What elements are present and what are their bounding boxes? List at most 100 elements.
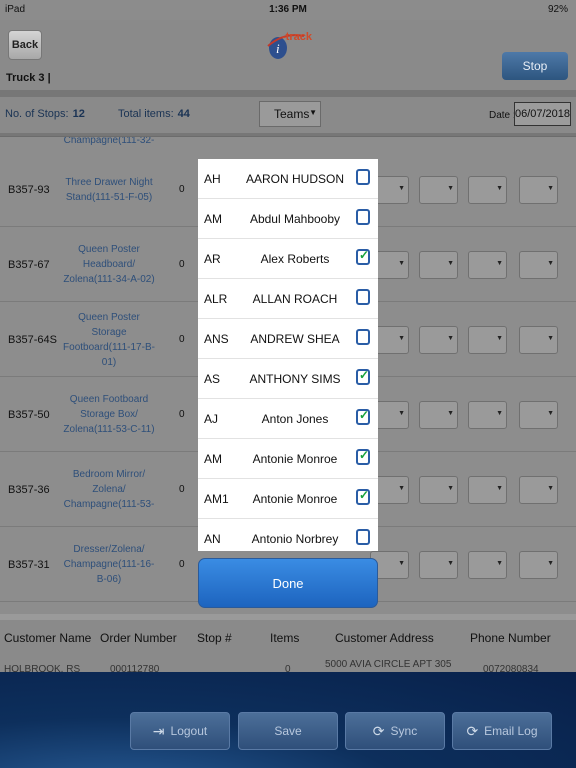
member-checkbox[interactable]: ✓ bbox=[356, 448, 370, 465]
items-value: 44 bbox=[177, 108, 190, 120]
member-name: Anton Jones bbox=[261, 412, 329, 426]
save-label: Save bbox=[274, 724, 302, 738]
member-name: Antonie Monroe bbox=[252, 492, 338, 506]
caret-down-icon: ▼ bbox=[496, 560, 503, 567]
row-dropdown-2[interactable]: ▼ bbox=[419, 401, 458, 429]
member-checkbox[interactable]: ✓ bbox=[356, 488, 370, 505]
row-dropdown-4[interactable]: ▼ bbox=[519, 176, 558, 204]
row-dropdown-2[interactable]: ▼ bbox=[419, 251, 458, 279]
logout-button[interactable]: ⇥ Logout bbox=[130, 712, 230, 750]
member-initials: AJ bbox=[204, 412, 219, 426]
caret-down-icon: ▼ bbox=[496, 335, 503, 342]
sync-label: Sync bbox=[390, 724, 418, 738]
row-dropdown-2[interactable]: ▼ bbox=[419, 326, 458, 354]
item-quantity: 0 bbox=[179, 484, 185, 495]
member-name: ANDREW SHEA bbox=[250, 332, 340, 346]
caret-down-icon: ▼ bbox=[447, 335, 454, 342]
row-dropdown-4[interactable]: ▼ bbox=[519, 251, 558, 279]
member-checkbox[interactable]: ✓ bbox=[356, 368, 370, 385]
header-stop-number: Stop # bbox=[197, 631, 232, 645]
row-dropdown-3[interactable]: ▼ bbox=[468, 551, 507, 579]
stop-button[interactable]: Stop bbox=[502, 52, 568, 80]
header-customer-address: Customer Address bbox=[335, 631, 434, 645]
row-dropdown-4[interactable]: ▼ bbox=[519, 326, 558, 354]
caret-down-icon: ▼ bbox=[496, 410, 503, 417]
row-dropdown-4[interactable]: ▼ bbox=[519, 551, 558, 579]
team-member-item[interactable]: AM1 Antonie Monroe ✓ bbox=[198, 479, 378, 519]
stops-label: No. of Stops: bbox=[5, 108, 69, 120]
customer-address: 5000 AVIA CIRCLE APT 305 bbox=[325, 659, 452, 670]
row-dropdown-2[interactable]: ▼ bbox=[419, 476, 458, 504]
caret-down-icon: ▼ bbox=[547, 560, 554, 567]
caret-down-icon: ▼ bbox=[447, 560, 454, 567]
save-button[interactable]: Save bbox=[238, 712, 338, 750]
status-bar: iPad 1:36 PM 92% bbox=[0, 0, 576, 20]
member-initials: AM bbox=[204, 212, 222, 226]
caret-down-icon: ▼ bbox=[398, 185, 405, 192]
caret-down-icon: ▼ bbox=[496, 485, 503, 492]
team-member-item[interactable]: AN Antonio Norbrey bbox=[198, 519, 378, 551]
member-checkbox[interactable] bbox=[356, 289, 370, 305]
team-member-item[interactable]: ALR ALLAN ROACH bbox=[198, 279, 378, 319]
member-checkbox[interactable] bbox=[356, 209, 370, 225]
team-member-item[interactable]: AJ Anton Jones ✓ bbox=[198, 399, 378, 439]
member-checkbox[interactable] bbox=[356, 329, 370, 345]
check-icon: ✓ bbox=[359, 408, 370, 422]
member-checkbox[interactable] bbox=[356, 169, 370, 185]
row-dropdown-3[interactable]: ▼ bbox=[468, 326, 507, 354]
team-member-item[interactable]: AM Abdul Mahbooby bbox=[198, 199, 378, 239]
check-icon: ✓ bbox=[359, 488, 370, 502]
date-field[interactable]: 06/07/2018 bbox=[514, 102, 571, 126]
item-code: B357-67 bbox=[8, 258, 50, 271]
member-checkbox[interactable] bbox=[356, 529, 370, 545]
email-log-button[interactable]: ⟳ Email Log bbox=[452, 712, 552, 750]
row-dropdown-4[interactable]: ▼ bbox=[519, 401, 558, 429]
item-quantity: 0 bbox=[179, 409, 185, 420]
row-dropdown-3[interactable]: ▼ bbox=[468, 251, 507, 279]
items-count: Total items: 44 bbox=[118, 108, 190, 120]
team-member-item[interactable]: AS ANTHONY SIMS ✓ bbox=[198, 359, 378, 399]
item-code: B357-36 bbox=[8, 483, 50, 496]
caret-down-icon: ▼ bbox=[447, 260, 454, 267]
member-initials: AH bbox=[204, 172, 221, 186]
teams-select-label: Teams bbox=[274, 107, 310, 121]
member-initials: AR bbox=[204, 252, 221, 266]
sync-icon: ⟳ bbox=[372, 722, 385, 739]
item-description: Dresser/Zolena/ Champagne(111-16-B-06) bbox=[63, 544, 155, 585]
done-button[interactable]: Done bbox=[198, 558, 378, 608]
member-initials: AS bbox=[204, 372, 221, 386]
item-description-partial: Champagne(111-32- bbox=[63, 136, 155, 146]
item-description: Queen Poster Storage Footboard(111-17-B-… bbox=[63, 311, 155, 368]
caret-down-icon: ▼ bbox=[547, 260, 554, 267]
team-member-item[interactable]: AH AARON HUDSON bbox=[198, 159, 378, 199]
back-button[interactable]: Back bbox=[8, 30, 42, 60]
check-icon: ✓ bbox=[359, 248, 370, 262]
team-member-item[interactable]: AM Antonie Monroe ✓ bbox=[198, 439, 378, 479]
teams-select[interactable]: Teams ▼ bbox=[259, 101, 321, 127]
info-bar: No. of Stops: 12 Total items: 44 Teams ▼ D… bbox=[0, 97, 576, 133]
item-quantity: 0 bbox=[179, 334, 185, 345]
header-items: Items bbox=[270, 631, 300, 645]
caret-down-icon: ▼ bbox=[547, 335, 554, 342]
row-dropdown-3[interactable]: ▼ bbox=[468, 176, 507, 204]
team-member-item[interactable]: AR Alex Roberts ✓ bbox=[198, 239, 378, 279]
item-code: B357-93 bbox=[8, 183, 50, 196]
row-dropdown-2[interactable]: ▼ bbox=[419, 176, 458, 204]
member-checkbox[interactable]: ✓ bbox=[356, 408, 370, 425]
item-description: Queen Footboard Storage Box/ Zolena(111-… bbox=[63, 394, 155, 435]
header-order-number: Order Number bbox=[100, 631, 177, 645]
caret-down-icon: ▼ bbox=[447, 410, 454, 417]
item-description: Queen Poster Headboard/ Zolena(111-34-A-… bbox=[63, 244, 155, 285]
header-customer-name: Customer Name bbox=[4, 631, 92, 645]
row-dropdown-4[interactable]: ▼ bbox=[519, 476, 558, 504]
row-dropdown-3[interactable]: ▼ bbox=[468, 401, 507, 429]
member-checkbox[interactable]: ✓ bbox=[356, 248, 370, 265]
team-member-item[interactable]: ANS ANDREW SHEA bbox=[198, 319, 378, 359]
battery-indicator: 92% bbox=[548, 4, 568, 15]
logout-label: Logout bbox=[170, 724, 208, 738]
row-dropdown-2[interactable]: ▼ bbox=[419, 551, 458, 579]
sync-button[interactable]: ⟳ Sync bbox=[345, 712, 445, 750]
caret-down-icon: ▼ bbox=[398, 560, 405, 567]
row-dropdown-3[interactable]: ▼ bbox=[468, 476, 507, 504]
header-phone-number: Phone Number bbox=[470, 631, 551, 645]
